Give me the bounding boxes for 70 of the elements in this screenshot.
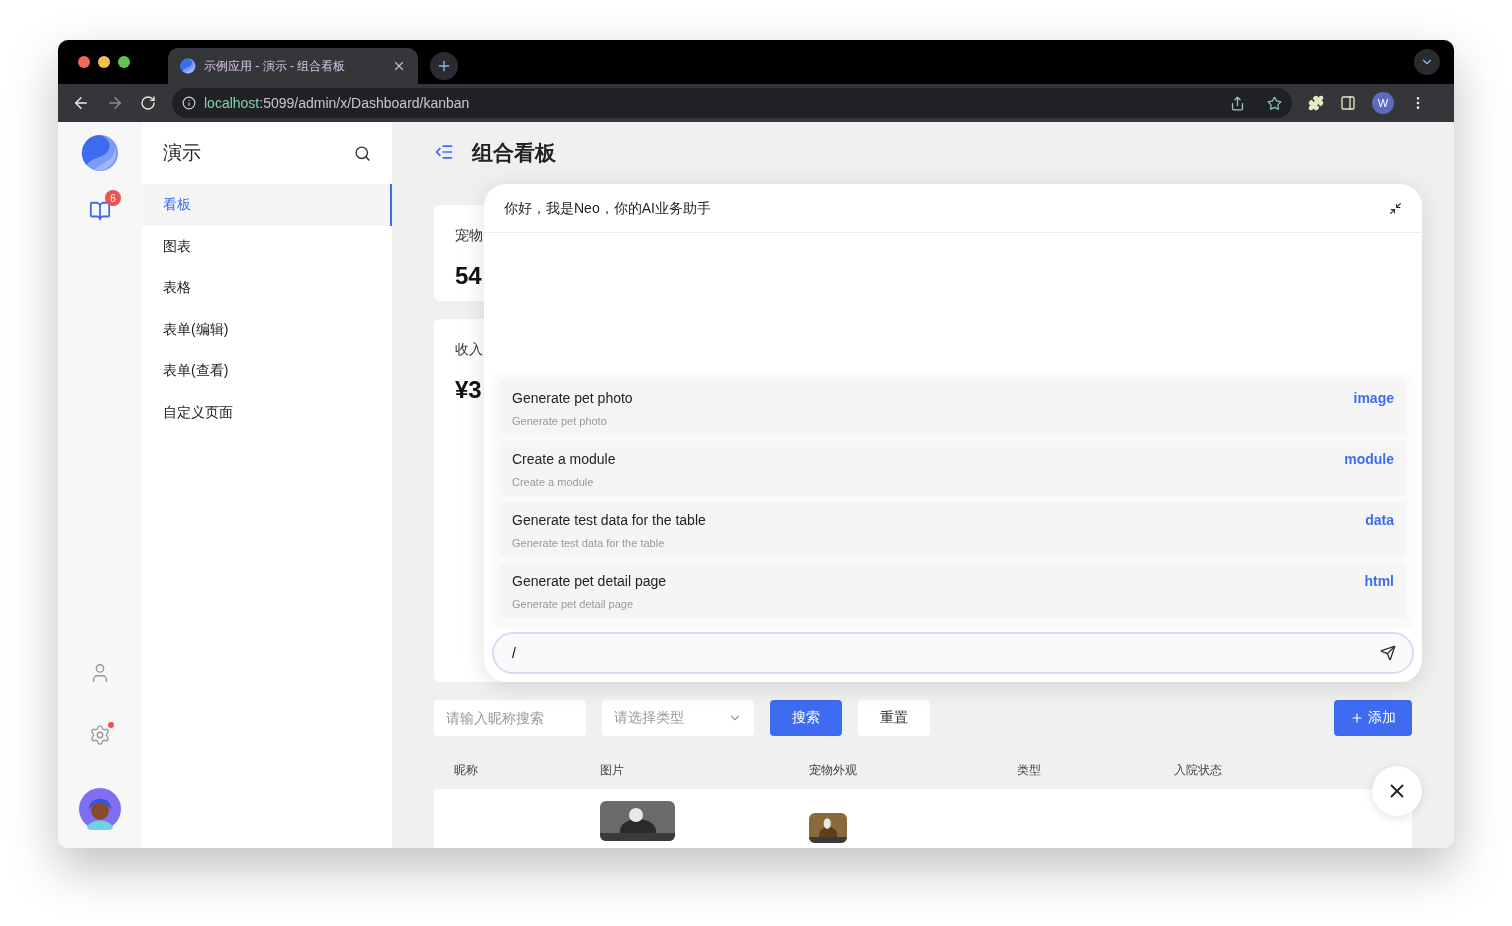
minimize-icon[interactable] <box>1389 201 1402 215</box>
command-item[interactable]: Create a module Create a module module <box>500 441 1406 496</box>
zoom-window-button[interactable] <box>118 56 130 68</box>
nickname-search-field[interactable]: 请输入昵称搜索 <box>434 699 586 736</box>
reset-button[interactable]: 重置 <box>858 699 930 736</box>
command-item[interactable]: Generate pet photo Generate pet photo image <box>500 380 1406 435</box>
tab-favicon-icon <box>180 58 196 74</box>
column-header: 昵称 <box>454 762 479 780</box>
tab-list-button[interactable] <box>1414 49 1440 75</box>
chat-input[interactable]: / <box>492 632 1414 674</box>
menu-item[interactable]: 看板 <box>142 184 392 226</box>
command-subtitle: Create a module <box>512 475 595 490</box>
column-header: 入院状态 <box>1174 762 1223 780</box>
command-subtitle: Generate test data for the table <box>512 536 666 551</box>
back-icon[interactable] <box>72 94 90 112</box>
add-button[interactable]: 添加 <box>1334 699 1412 736</box>
bookmark-star-icon[interactable] <box>1267 95 1282 111</box>
address-bar[interactable]: localhost:5099/admin/x/Dashboard/kanban <box>172 88 1292 118</box>
user-avatar[interactable] <box>79 788 121 830</box>
command-tag: module <box>1344 449 1394 470</box>
command-title: Generate pet detail page <box>512 572 667 591</box>
menu-item[interactable]: 表单(查看) <box>142 350 392 392</box>
command-tag: html <box>1364 571 1394 592</box>
menu-item[interactable]: 表单(编辑) <box>142 308 392 350</box>
column-header: 类型 <box>1017 762 1042 780</box>
stat-label: 收入 <box>455 340 483 360</box>
extensions-icon[interactable] <box>1308 95 1324 111</box>
plus-icon <box>1350 710 1364 725</box>
command-subtitle: Generate pet photo <box>512 414 608 429</box>
command-title: Generate test data for the table <box>512 511 706 530</box>
forward-icon[interactable] <box>106 94 124 112</box>
menu-item[interactable]: 图表 <box>142 225 392 267</box>
side-panel-icon[interactable] <box>1340 95 1356 111</box>
menu-item[interactable]: 自定义页面 <box>142 391 392 433</box>
command-title: Generate pet photo <box>512 389 633 408</box>
logo-icon <box>81 134 119 172</box>
send-icon[interactable] <box>1380 645 1396 661</box>
assistant-greeting: 你好，我是Neo，你的AI业务助手 <box>504 198 711 218</box>
settings-icon[interactable] <box>89 724 111 746</box>
command-item[interactable]: Generate test data for the table Generate test data for the table data <box>500 502 1406 557</box>
close-assistant-button[interactable] <box>1372 766 1422 816</box>
command-tag: image <box>1353 388 1394 409</box>
url-text: localhost:5099/admin/x/Dashboard/kanban <box>204 93 470 113</box>
menu-title: 演示 <box>163 140 201 165</box>
command-item[interactable]: Generate pet detail page Generate pet detail page html <box>500 563 1406 618</box>
close-tab-icon[interactable] <box>392 59 406 73</box>
stat-value: 54 <box>455 260 482 291</box>
column-header: 图片 <box>600 762 625 780</box>
notification-badge: 6 <box>105 190 121 206</box>
profile-avatar[interactable]: W <box>1372 92 1394 114</box>
command-tag: data <box>1365 510 1394 531</box>
close-window-button[interactable] <box>78 56 90 68</box>
browser-tab[interactable]: 示例应用 - 演示 - 组合看板 <box>168 48 418 84</box>
search-button[interactable]: 搜索 <box>770 699 842 736</box>
reload-icon[interactable] <box>140 95 156 111</box>
page-title: 组合看板 <box>472 139 556 166</box>
search-icon[interactable] <box>354 144 371 162</box>
tab-title: 示例应用 - 演示 - 组合看板 <box>204 58 347 75</box>
command-title: Create a module <box>512 450 616 469</box>
book-icon[interactable] <box>89 200 111 222</box>
share-icon[interactable] <box>1230 95 1245 111</box>
column-header: 宠物外观 <box>809 762 858 780</box>
plus-icon <box>436 58 452 74</box>
new-tab-button[interactable] <box>430 52 458 80</box>
stat-label: 宠物 <box>455 225 483 245</box>
site-info-icon[interactable] <box>182 96 196 110</box>
stat-value: ¥3 <box>455 375 482 406</box>
minimize-window-button[interactable] <box>98 56 110 68</box>
command-subtitle: Generate pet detail page <box>512 597 635 612</box>
menu-item[interactable]: 表格 <box>142 267 392 309</box>
